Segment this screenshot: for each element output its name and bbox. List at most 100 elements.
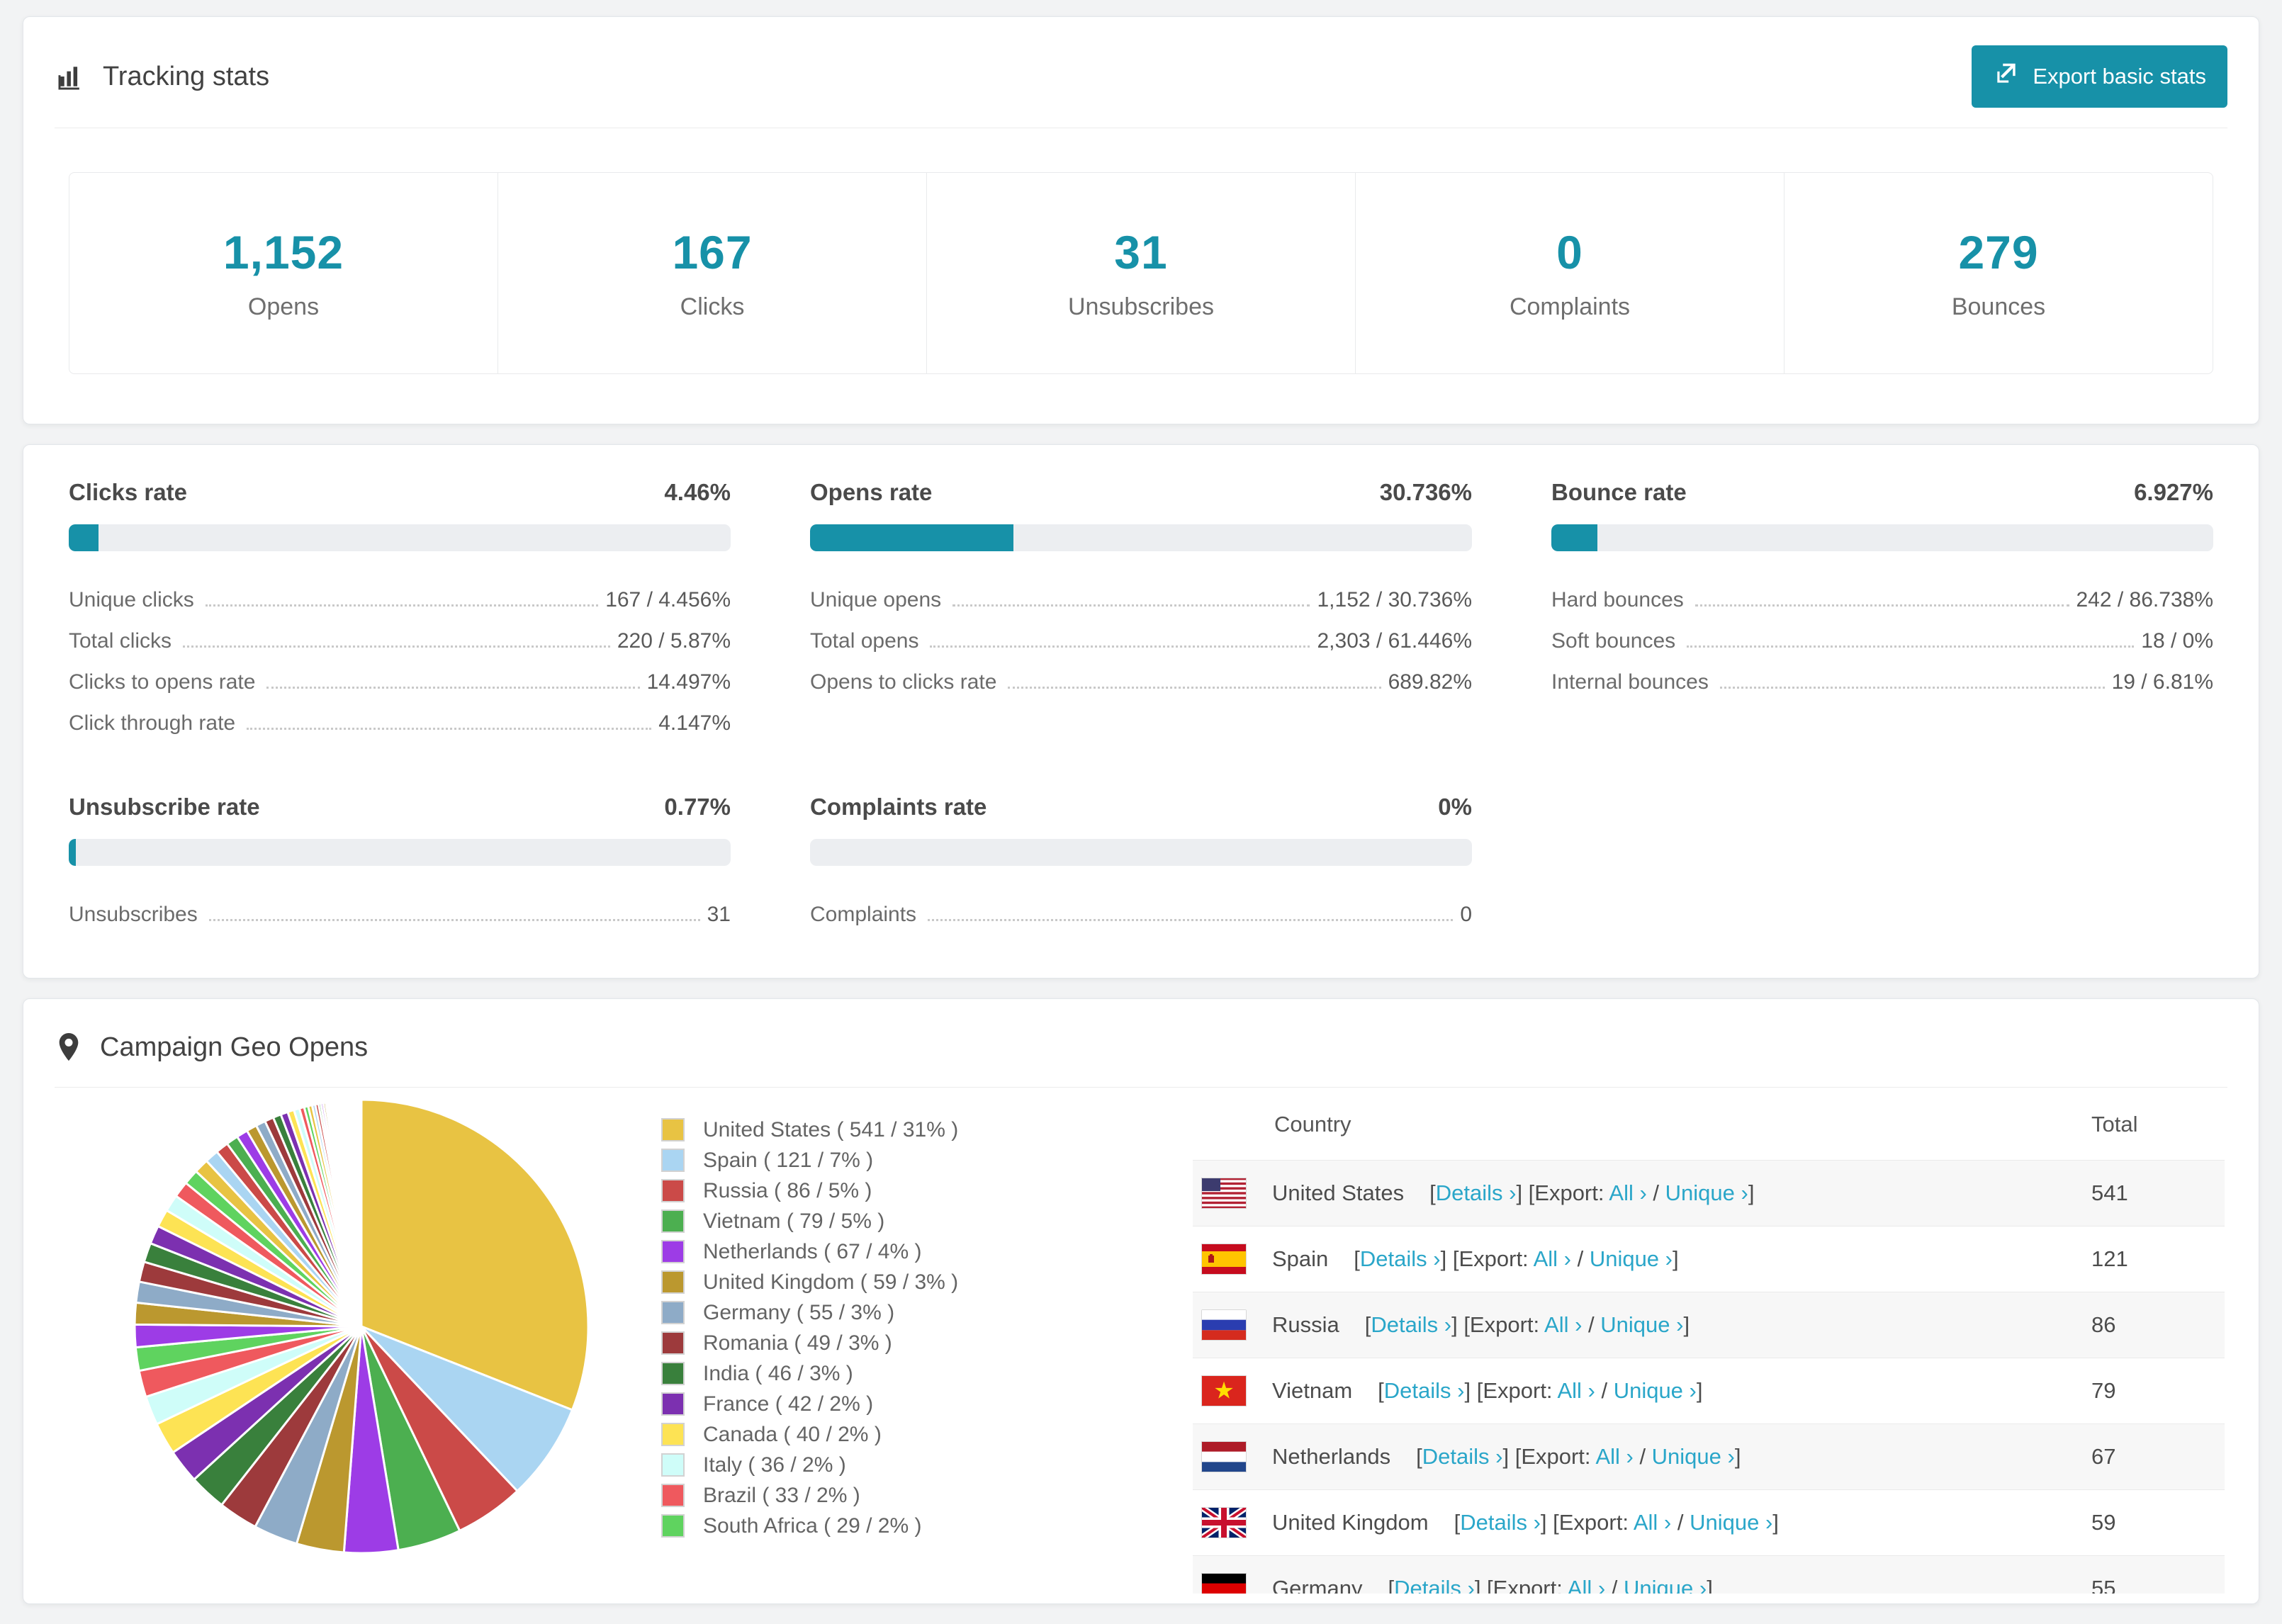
dotted-leader [183,645,610,648]
tracking-stats-title: Tracking stats [55,57,269,96]
export-basic-stats-button[interactable]: Export basic stats [1972,45,2227,108]
export-all-link-united-kingdom[interactable]: All › [1634,1510,1671,1535]
export-all-link-netherlands[interactable]: All › [1595,1444,1633,1469]
rate-row-value: 1,152 / 30.736% [1317,588,1472,611]
rate-head-opens-rate: Opens rate 30.736% [810,479,1472,506]
export-all-link-vietnam[interactable]: All › [1557,1378,1595,1403]
legend-swatch-united-states [661,1118,685,1141]
rate-row-value: 220 / 5.87% [617,629,731,653]
details-link-netherlands[interactable]: Details › [1422,1444,1503,1469]
flag-icon-gb [1201,1507,1247,1538]
flag-icon-ru [1201,1309,1247,1341]
export-all-link-spain[interactable]: All › [1534,1246,1571,1271]
export-unique-link-united-states[interactable]: Unique › [1665,1180,1748,1205]
export-unique-link-vietnam[interactable]: Unique › [1614,1378,1697,1403]
page-title: Tracking stats [103,62,270,91]
details-link-russia[interactable]: Details › [1371,1312,1451,1337]
rate-title: Clicks rate [69,479,187,505]
rate-row-value: 2,303 / 61.446% [1317,629,1472,653]
rate-progressbar-clicks-rate [69,524,731,551]
geo-body: United States ( 541 / 31% ) Spain ( 121 … [23,1088,2259,1603]
rate-row-value: 4.147% [658,711,731,735]
legend-swatch-brazil [661,1484,685,1507]
rate-row-label: Unsubscribes [69,903,198,926]
legend-item-canada[interactable]: Canada ( 40 / 2% ) [661,1419,1076,1450]
legend-label: South Africa ( 29 / 2% ) [703,1513,922,1538]
total-column-header: Total [2091,1112,2138,1137]
legend-swatch-india [661,1362,685,1385]
legend-swatch-canada [661,1423,685,1446]
total-cell-russia: 86 [2091,1292,2225,1358]
legend-item-russia[interactable]: Russia ( 86 / 5% ) [661,1175,1076,1206]
export-unique-link-united-kingdom[interactable]: Unique › [1690,1510,1772,1535]
rate-row-value: 14.497% [646,670,731,694]
legend-item-france[interactable]: France ( 42 / 2% ) [661,1389,1076,1419]
legend-label: Canada ( 40 / 2% ) [703,1422,882,1446]
legend-swatch-france [661,1392,685,1416]
dotted-leader [205,604,599,607]
geo-table-header-row: Country Total [1193,1098,2225,1161]
dotted-leader [1719,687,2105,689]
geo-table-row-spain: Spain [Details ›] [Export: All › / Uniqu… [1193,1226,2225,1292]
rate-row-unique-clicks: Unique clicks 167 / 4.456% [69,580,731,621]
export-all-link-united-states[interactable]: All › [1609,1180,1646,1205]
legend-item-vietnam[interactable]: Vietnam ( 79 / 5% ) [661,1206,1076,1236]
dotted-leader [930,645,1310,648]
stat-value-clicks: 167 [672,226,753,278]
geo-opens-header: Campaign Geo Opens [23,999,2259,1087]
total-cell-united-states: 541 [2091,1160,2225,1227]
rate-progressbar-opens-rate [810,524,1472,551]
rate-row-soft-bounces: Soft bounces 18 / 0% [1551,621,2213,662]
geo-table-row-united-states: United States [Details ›] [Export: All ›… [1193,1160,2225,1227]
export-unique-link-netherlands[interactable]: Unique › [1652,1444,1735,1469]
details-link-united-states[interactable]: Details › [1436,1180,1517,1205]
geo-title: Campaign Geo Opens [100,1032,369,1062]
legend-item-united-states[interactable]: United States ( 541 / 31% ) [661,1115,1076,1145]
bar-chart-icon [55,61,86,92]
export-all-link-russia[interactable]: All › [1544,1312,1582,1337]
rate-progressbar-bounce-rate [1551,524,2213,551]
dotted-leader [952,604,1310,607]
legend-swatch-vietnam [661,1209,685,1233]
legend-swatch-netherlands [661,1240,685,1263]
legend-item-india[interactable]: India ( 46 / 3% ) [661,1358,1076,1389]
total-cell-germany: 55 [2091,1555,2225,1594]
pie-legend: United States ( 541 / 31% ) Spain ( 121 … [661,1115,1076,1541]
legend-item-germany[interactable]: Germany ( 55 / 3% ) [661,1297,1076,1328]
country-cell-vietnam: Vietnam [Details ›] [Export: All › / Uni… [1193,1375,2091,1406]
legend-item-united-kingdom[interactable]: United Kingdom ( 59 / 3% ) [661,1267,1076,1297]
legend-item-netherlands[interactable]: Netherlands ( 67 / 4% ) [661,1236,1076,1267]
export-unique-link-germany[interactable]: Unique › [1624,1576,1707,1594]
rate-row-label: Clicks to opens rate [69,670,256,694]
country-name: Spain [1272,1246,1329,1271]
rate-row-label: Opens to clicks rate [810,670,997,694]
stat-value-bounces: 279 [1958,226,2039,278]
country-links: [Details ›] [Export: All › / Unique ›] [1454,1510,1779,1535]
rate-rows: Hard bounces 242 / 86.738% Soft bounces … [1551,580,2213,703]
country-cell-germany: Germany [Details ›] [Export: All › / Uni… [1193,1573,2091,1594]
rate-title: Unsubscribe rate [69,794,260,820]
details-link-germany[interactable]: Details › [1394,1576,1475,1594]
dotted-leader [208,919,700,921]
country-links: [Details ›] [Export: All › / Unique ›] [1416,1444,1741,1469]
details-link-spain[interactable]: Details › [1360,1246,1441,1271]
export-unique-link-spain[interactable]: Unique › [1590,1246,1673,1271]
legend-item-spain[interactable]: Spain ( 121 / 7% ) [661,1145,1076,1175]
legend-item-south-africa[interactable]: South Africa ( 29 / 2% ) [661,1511,1076,1541]
rate-row-total-opens: Total opens 2,303 / 61.446% [810,621,1472,662]
country-links: [Details ›] [Export: All › / Unique ›] [1354,1246,1679,1271]
stat-label-unsubscribes: Unsubscribes [1068,293,1214,320]
legend-item-romania[interactable]: Romania ( 49 / 3% ) [661,1328,1076,1358]
legend-item-italy[interactable]: Italy ( 36 / 2% ) [661,1450,1076,1480]
total-cell-united-kingdom: 59 [2091,1489,2225,1556]
legend-label: United Kingdom ( 59 / 3% ) [703,1270,959,1294]
details-link-united-kingdom[interactable]: Details › [1460,1510,1541,1535]
export-unique-link-russia[interactable]: Unique › [1600,1312,1683,1337]
export-all-link-germany[interactable]: All › [1568,1576,1605,1594]
country-links: [Details ›] [Export: All › / Unique ›] [1364,1312,1690,1337]
rate-row-complaints: Complaints 0 [810,894,1472,935]
country-name: Vietnam [1272,1378,1353,1403]
legend-item-brazil[interactable]: Brazil ( 33 / 2% ) [661,1480,1076,1511]
details-link-vietnam[interactable]: Details › [1384,1378,1465,1403]
geo-table-row-germany: Germany [Details ›] [Export: All › / Uni… [1193,1555,2225,1594]
